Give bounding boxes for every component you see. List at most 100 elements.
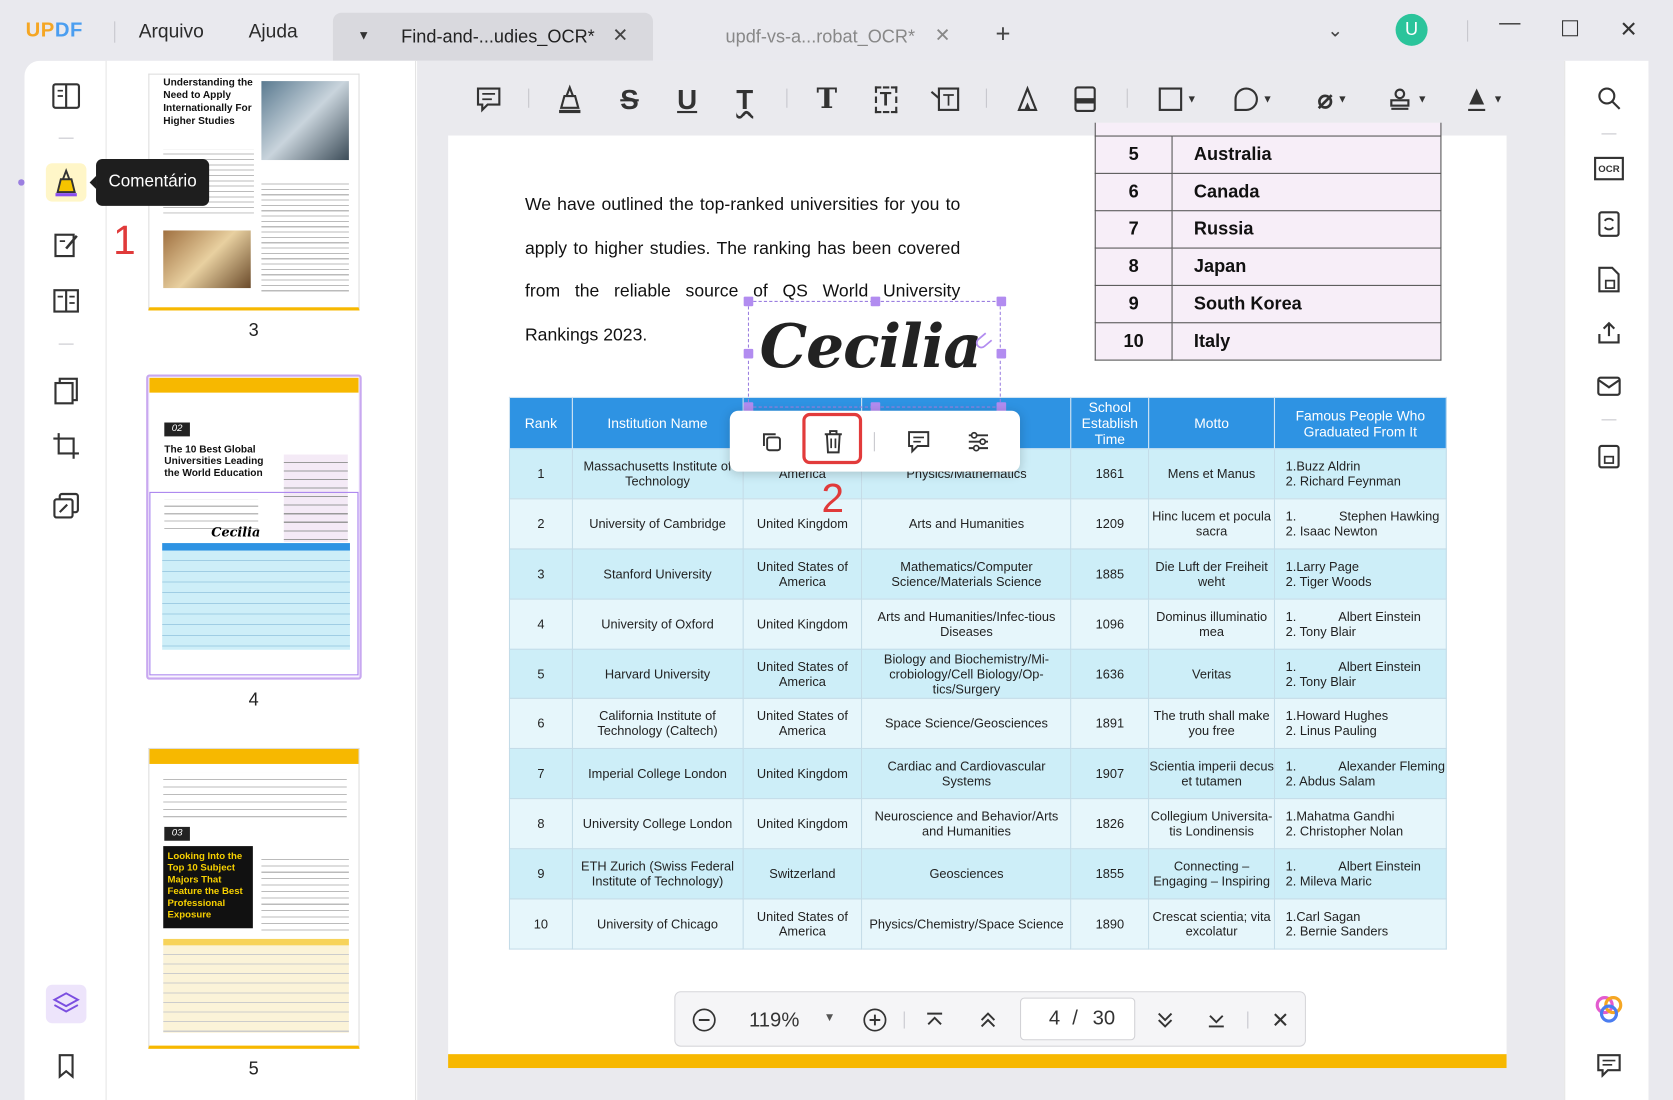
motto-cell: Crescat scientia; vita excolatur [1148, 898, 1275, 950]
institution-cell: ETH Zurich (Swiss Federal Institute of T… [571, 848, 744, 900]
close-tab-icon[interactable]: ✕ [612, 25, 628, 47]
convert-icon[interactable] [1591, 206, 1627, 242]
resize-handle[interactable] [743, 348, 754, 359]
page-thumbnail-5[interactable]: 03 Looking Into the Top 10 Subject Major… [148, 747, 360, 1049]
organize-pages-icon[interactable] [46, 372, 87, 408]
country-cell: United States of America [742, 548, 863, 600]
ai-assistant-icon[interactable] [1591, 991, 1627, 1027]
page-thumbnail-4-selected[interactable]: 02 The 10 Best Global Universities Leadi… [146, 374, 362, 680]
page-number: 3 [248, 320, 259, 341]
rank-cell: 1 [508, 448, 573, 500]
eraser-icon[interactable] [1067, 80, 1103, 118]
sticky-note-icon[interactable] [471, 80, 507, 118]
shape-tool-icon[interactable]: ▼ [1152, 80, 1203, 118]
share-icon[interactable] [1591, 315, 1627, 351]
maximize-icon[interactable] [1562, 20, 1579, 37]
famous-people-cell: 1. Albert Einstein 2. Tony Blair [1273, 648, 1447, 700]
subject-cell: Space Science/Geosciences [861, 698, 1072, 750]
tab-document-active[interactable]: ▼ Find-and-...udies_OCR* ✕ [332, 12, 653, 61]
page-footer-band [448, 1054, 1507, 1069]
previous-page-icon[interactable] [974, 1006, 1002, 1034]
subject-cell: Arts and Humanities [861, 498, 1072, 550]
resize-handle[interactable] [996, 348, 1007, 359]
subject-cell: Mathematics/Computer Science/Materials S… [861, 548, 1072, 600]
column-header: Famous People Who Graduated From It [1273, 396, 1447, 450]
copy-icon[interactable] [758, 428, 786, 456]
institution-cell: University of Oxford [571, 598, 744, 650]
famous-people-cell: 1.Mahatma Gandhi 2. Christopher Nolan [1273, 798, 1447, 850]
current-page[interactable]: 4 [1049, 1007, 1060, 1030]
institution-cell: Stanford University [571, 548, 744, 600]
minimize-icon[interactable]: — [1499, 11, 1520, 36]
country-cell: United States of America [742, 898, 863, 950]
thumbnail-panel: Understanding the Need to Apply Internat… [106, 60, 417, 1100]
attachment-tool-icon[interactable]: ⌀ ▼ [1307, 80, 1358, 118]
signature-tool-icon[interactable]: ▼ [1459, 80, 1510, 118]
next-page-icon[interactable] [1151, 1006, 1179, 1034]
tab-dropdown-icon[interactable]: ▼ [357, 28, 370, 43]
year-cell: 1907 [1070, 748, 1150, 800]
protect-doc-icon[interactable] [1591, 261, 1627, 297]
close-window-icon[interactable]: ✕ [1620, 16, 1638, 43]
pencil-icon[interactable] [1009, 80, 1045, 118]
country-cell: United Kingdom [742, 748, 863, 800]
form-icon[interactable] [46, 283, 87, 319]
divider [873, 432, 875, 452]
underline-icon[interactable]: U [669, 80, 705, 118]
layers-icon[interactable] [45, 984, 87, 1024]
year-cell: 1885 [1070, 548, 1150, 600]
motto-cell: Connecting – Engaging – Inspiring [1148, 848, 1275, 900]
crop-icon[interactable] [46, 428, 87, 464]
strikethrough-icon[interactable]: S [611, 80, 647, 118]
avatar[interactable]: U [1395, 13, 1428, 46]
text-box-icon[interactable]: T [867, 80, 903, 118]
protect-icon[interactable] [46, 488, 87, 524]
tab-document[interactable]: updf-vs-a...robat_OCR* ✕ [655, 13, 964, 61]
country-cell: United States of America [742, 698, 863, 750]
thumb-header [149, 377, 359, 393]
resize-handle[interactable] [870, 296, 881, 307]
sticker-tool-icon[interactable]: ▼ [1228, 80, 1279, 118]
text-comment-icon[interactable]: T [809, 80, 845, 118]
rank-cell: 8 [508, 798, 573, 850]
menu-arquivo[interactable]: Arquivo [139, 20, 204, 42]
zoom-dropdown-icon[interactable]: ▼ [824, 1011, 836, 1024]
reader-icon[interactable] [46, 78, 87, 114]
table-row: 4 University of Oxford United Kingdom Arts … [508, 598, 1447, 650]
zoom-level[interactable]: 119% [749, 1009, 799, 1032]
bookmark-icon[interactable] [46, 1048, 87, 1084]
first-page-icon[interactable] [921, 1006, 949, 1034]
thumb-badge: 03 [164, 826, 190, 841]
search-icon[interactable] [1591, 80, 1627, 116]
add-note-icon[interactable] [905, 428, 933, 456]
last-page-icon[interactable] [1202, 1006, 1230, 1034]
chevron-down-icon[interactable]: ⌄ [1327, 19, 1343, 41]
thumb-badge: 02 [164, 422, 190, 437]
zoom-in-icon[interactable] [861, 1006, 889, 1034]
comment-tool-icon[interactable] [45, 163, 87, 202]
edit-pdf-icon[interactable] [46, 226, 87, 262]
table-row: 6 California Institute of Technology (Cal… [508, 698, 1447, 750]
resize-handle[interactable] [743, 296, 754, 307]
squiggly-icon[interactable]: T [727, 80, 763, 118]
signature-annotation[interactable]: Cecilia [760, 312, 982, 382]
text-callout-icon[interactable] [926, 80, 964, 118]
table-cut-row [1094, 122, 1442, 136]
email-icon[interactable] [1591, 368, 1627, 404]
close-zoom-bar-icon[interactable]: ✕ [1266, 1006, 1294, 1034]
ocr-icon[interactable]: OCR [1591, 150, 1627, 186]
resize-handle[interactable] [996, 296, 1007, 307]
new-tab-icon[interactable]: + [995, 20, 1010, 50]
properties-icon[interactable] [965, 428, 993, 456]
save-icon[interactable] [1591, 439, 1627, 475]
menu-ajuda[interactable]: Ajuda [249, 20, 298, 42]
step-marker-1: 1 [113, 218, 136, 264]
zoom-out-icon[interactable] [690, 1006, 718, 1034]
comments-panel-icon[interactable] [1591, 1047, 1627, 1083]
highlight-icon[interactable] [552, 80, 588, 118]
left-toolbar [18, 60, 107, 1100]
thumb-table [163, 938, 349, 1033]
close-tab-icon[interactable]: ✕ [935, 25, 951, 47]
stamp-tool-icon[interactable]: ▼ [1382, 80, 1433, 118]
total-pages: 30 [1092, 1007, 1116, 1030]
